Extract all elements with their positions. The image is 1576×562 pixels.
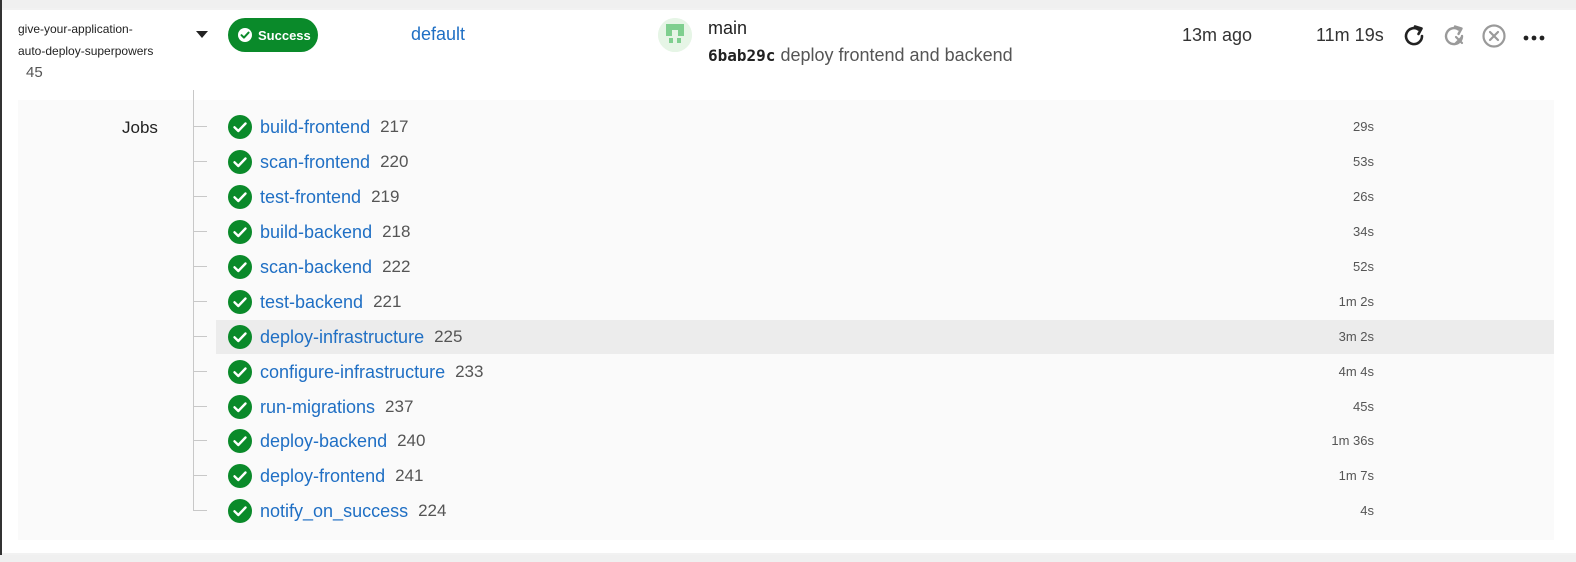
pipeline-number: 45	[26, 64, 43, 81]
tree-branch	[193, 406, 207, 407]
job-duration: 1m 36s	[1331, 433, 1374, 448]
job-row[interactable]: deploy-backend 240 1m 36s	[193, 424, 1554, 458]
check-circle-icon	[228, 499, 252, 523]
job-number: 240	[397, 431, 426, 450]
job-name[interactable]: test-frontend	[260, 187, 361, 208]
project-name-line2: auto-deploy-superpowers	[18, 44, 154, 58]
job-row[interactable]: scan-frontend 220 53s	[193, 145, 1554, 179]
check-circle-icon	[228, 395, 252, 419]
avatar-icon	[658, 18, 692, 52]
tree-branch	[193, 440, 207, 441]
job-name[interactable]: build-frontend	[260, 117, 370, 138]
job-number: 218	[382, 222, 411, 241]
job-name[interactable]: test-backend	[260, 292, 363, 313]
job-duration: 1m 2s	[1338, 294, 1374, 309]
job-number: 222	[382, 257, 411, 276]
job-name[interactable]: notify_on_success	[260, 501, 408, 522]
tree-branch	[193, 301, 207, 302]
check-circle-icon	[228, 464, 252, 488]
job-duration: 45s	[1353, 399, 1374, 414]
context-link[interactable]: default	[411, 24, 465, 45]
status-label: Success	[258, 27, 311, 43]
job-duration: 52s	[1353, 259, 1374, 274]
job-number: 221	[373, 292, 402, 311]
job-number: 220	[380, 152, 409, 171]
job-duration: 29s	[1353, 119, 1374, 134]
check-circle-icon	[228, 150, 252, 174]
tree-branch	[193, 510, 207, 511]
job-row[interactable]: test-backend 221 1m 2s	[193, 285, 1554, 319]
rerun-failed-icon[interactable]	[1440, 22, 1468, 50]
job-row[interactable]: configure-infrastructure 233 4m 4s	[193, 355, 1554, 389]
job-name[interactable]: configure-infrastructure	[260, 362, 445, 383]
tree-branch	[193, 475, 207, 476]
rerun-icon[interactable]	[1400, 22, 1428, 50]
tree-branch	[193, 336, 207, 337]
check-circle-icon	[228, 290, 252, 314]
job-row[interactable]: notify_on_success 224 4s	[193, 494, 1554, 528]
commit-info: 6bab29c deploy frontend and backend	[708, 45, 1013, 66]
jobs-label: Jobs	[122, 118, 158, 137]
job-duration: 26s	[1353, 189, 1374, 204]
tree-branch	[193, 161, 207, 162]
job-duration: 53s	[1353, 154, 1374, 169]
branch-name[interactable]: main	[708, 18, 747, 39]
job-number: 233	[455, 362, 484, 381]
job-name[interactable]: deploy-infrastructure	[260, 327, 424, 348]
check-circle-icon	[228, 220, 252, 244]
job-duration: 4m 4s	[1338, 364, 1374, 379]
tree-branch	[193, 126, 207, 127]
tree-branch	[193, 196, 207, 197]
job-row[interactable]: build-frontend 217 29s	[193, 110, 1554, 144]
check-circle-icon	[228, 115, 252, 139]
job-number: 217	[380, 117, 409, 136]
tree-branch	[193, 231, 207, 232]
job-row[interactable]: run-migrations 237 45s	[193, 390, 1554, 424]
job-name[interactable]: run-migrations	[260, 397, 375, 418]
tree-branch	[193, 371, 207, 372]
chevron-down-icon[interactable]	[196, 31, 208, 38]
check-circle-icon	[228, 325, 252, 349]
top-divider	[0, 0, 1576, 8]
commit-message: deploy frontend and backend	[780, 45, 1013, 65]
check-circle-icon	[228, 185, 252, 209]
commit-sha[interactable]: 6bab29c	[708, 46, 775, 65]
project-name-line1: give-your-application-	[18, 22, 133, 36]
job-row[interactable]: build-backend 218 34s	[193, 215, 1554, 249]
job-number: 237	[385, 397, 414, 416]
job-number: 225	[434, 327, 463, 346]
check-circle-icon	[228, 429, 252, 453]
job-row[interactable]: deploy-frontend 241 1m 7s	[193, 459, 1554, 493]
job-duration: 4s	[1360, 503, 1374, 518]
job-row-hovered[interactable]: deploy-infrastructure 225 3m 2s	[193, 320, 1554, 354]
job-duration: 1m 7s	[1338, 468, 1374, 483]
job-name[interactable]: deploy-frontend	[260, 466, 385, 487]
more-icon[interactable]	[1520, 22, 1548, 50]
job-row[interactable]: scan-backend 222 52s	[193, 250, 1554, 284]
jobs-tree-line	[193, 90, 194, 510]
bottom-divider	[0, 555, 1576, 562]
job-name[interactable]: scan-backend	[260, 257, 372, 278]
job-number: 241	[395, 466, 424, 485]
check-circle-icon	[238, 28, 252, 42]
cancel-icon[interactable]	[1480, 22, 1508, 50]
job-duration: 34s	[1353, 224, 1374, 239]
job-number: 219	[371, 187, 400, 206]
status-badge[interactable]: Success	[228, 18, 318, 52]
job-number: 224	[418, 501, 447, 520]
job-row[interactable]: test-frontend 219 26s	[193, 180, 1554, 214]
job-name[interactable]: build-backend	[260, 222, 372, 243]
job-name[interactable]: scan-frontend	[260, 152, 370, 173]
check-circle-icon	[228, 360, 252, 384]
check-circle-icon	[228, 255, 252, 279]
job-name[interactable]: deploy-backend	[260, 431, 387, 452]
job-duration: 3m 2s	[1338, 329, 1374, 344]
started-time: 13m ago	[1182, 25, 1253, 45]
pipeline-duration: 11m 19s	[1316, 25, 1384, 45]
project-name[interactable]: give-your-application- auto-deploy-super…	[18, 18, 153, 62]
tree-branch	[193, 266, 207, 267]
